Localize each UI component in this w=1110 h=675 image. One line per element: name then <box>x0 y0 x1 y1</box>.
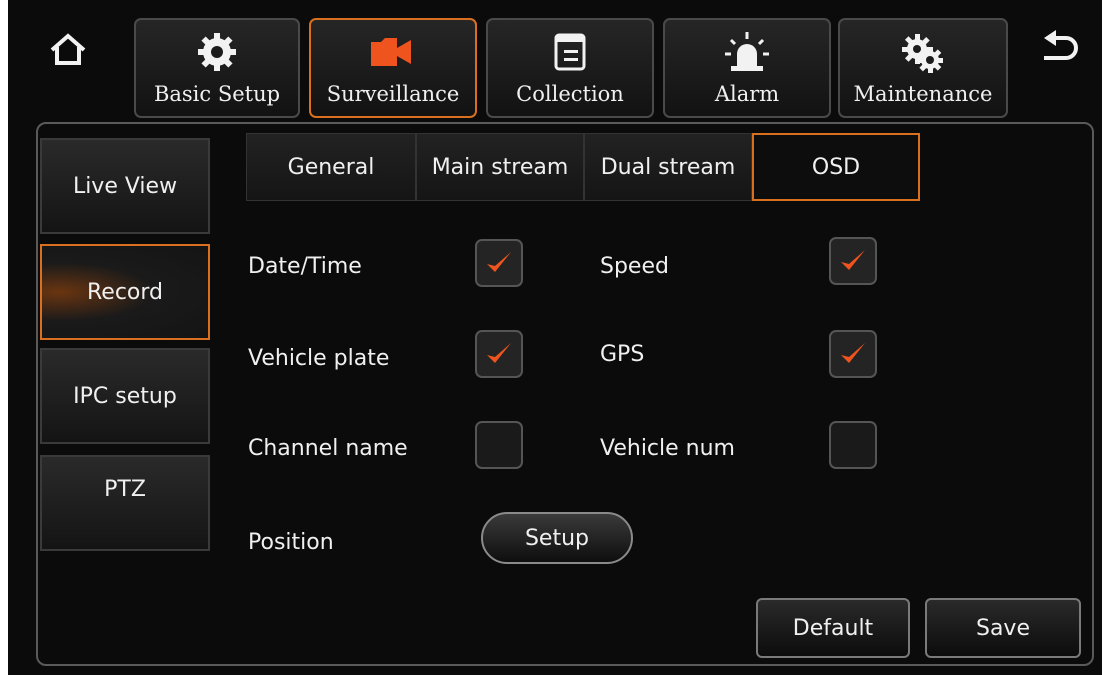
tab-label: Main stream <box>431 154 569 180</box>
topnav-surveillance[interactable]: Surveillance <box>309 18 477 118</box>
save-button-label: Save <box>975 615 1030 641</box>
tab-osd[interactable]: OSD <box>752 133 920 201</box>
default-button[interactable]: Default <box>756 598 910 658</box>
document-icon <box>554 33 586 71</box>
tab-main-stream[interactable]: Main stream <box>416 133 584 201</box>
siren-icon <box>725 32 769 71</box>
topnav-label: Basic Setup <box>153 82 281 106</box>
tab-general[interactable]: General <box>246 133 416 201</box>
sidebar-item-ptz[interactable]: PTZ <box>40 455 210 551</box>
tab-label: Dual stream <box>600 154 736 180</box>
save-button[interactable]: Save <box>925 598 1081 658</box>
vehicle-num-label: Vehicle num <box>600 436 735 461</box>
checkmark-icon <box>487 343 511 363</box>
speed-checkbox[interactable] <box>829 237 877 285</box>
channel-name-checkbox[interactable] <box>475 421 523 469</box>
vehicle-num-checkbox[interactable] <box>829 421 877 469</box>
topnav-collection[interactable]: Collection <box>486 18 654 118</box>
setup-button-label: Setup <box>524 525 590 551</box>
back-arrow-icon <box>1044 30 1078 60</box>
vehicle-plate-checkbox[interactable] <box>475 330 523 378</box>
video-camera-icon <box>371 38 411 66</box>
home-icon <box>50 33 86 65</box>
vehicle-plate-label: Vehicle plate <box>248 346 390 371</box>
topnav-label: Surveillance <box>326 82 460 106</box>
checkmark-icon <box>841 250 865 270</box>
sidebar-item-record[interactable]: Record <box>40 244 210 340</box>
sidebar-item-label: PTZ <box>104 476 146 502</box>
sidebar-item-label: IPC setup <box>73 383 177 409</box>
channel-name-label: Channel name <box>248 436 408 461</box>
position-setup-button[interactable]: Setup <box>481 512 633 564</box>
sidebar-item-label: Live View <box>72 173 178 199</box>
topnav-label: Alarm <box>714 82 780 106</box>
osd-settings-screen: Basic Setup Surveillance Collection Alar… <box>8 0 1102 675</box>
position-label: Position <box>248 530 334 555</box>
topnav-label: Collection <box>516 82 624 106</box>
tab-label: General <box>287 154 375 180</box>
date-time-checkbox[interactable] <box>475 239 523 287</box>
home-button[interactable] <box>48 30 88 70</box>
sidebar-item-label: Record <box>86 279 163 305</box>
default-button-label: Default <box>792 615 874 641</box>
speed-label: Speed <box>600 254 669 279</box>
checkmark-icon <box>487 252 511 272</box>
gps-label: GPS <box>600 342 645 367</box>
gears-icon <box>902 34 943 73</box>
topnav-basic-setup[interactable]: Basic Setup <box>134 18 300 118</box>
checkmark-icon <box>841 343 865 363</box>
tab-label: OSD <box>811 154 861 180</box>
topnav-alarm[interactable]: Alarm <box>663 18 831 118</box>
gear-icon <box>198 33 236 71</box>
back-button[interactable] <box>1038 30 1082 70</box>
date-time-label: Date/Time <box>248 254 362 279</box>
sidebar-item-ipc-setup[interactable]: IPC setup <box>40 348 210 444</box>
topnav-maintenance[interactable]: Maintenance <box>838 18 1008 118</box>
topnav-label: Maintenance <box>853 82 993 106</box>
gps-checkbox[interactable] <box>829 330 877 378</box>
sidebar-item-live-view[interactable]: Live View <box>40 138 210 234</box>
tab-dual-stream[interactable]: Dual stream <box>584 133 752 201</box>
